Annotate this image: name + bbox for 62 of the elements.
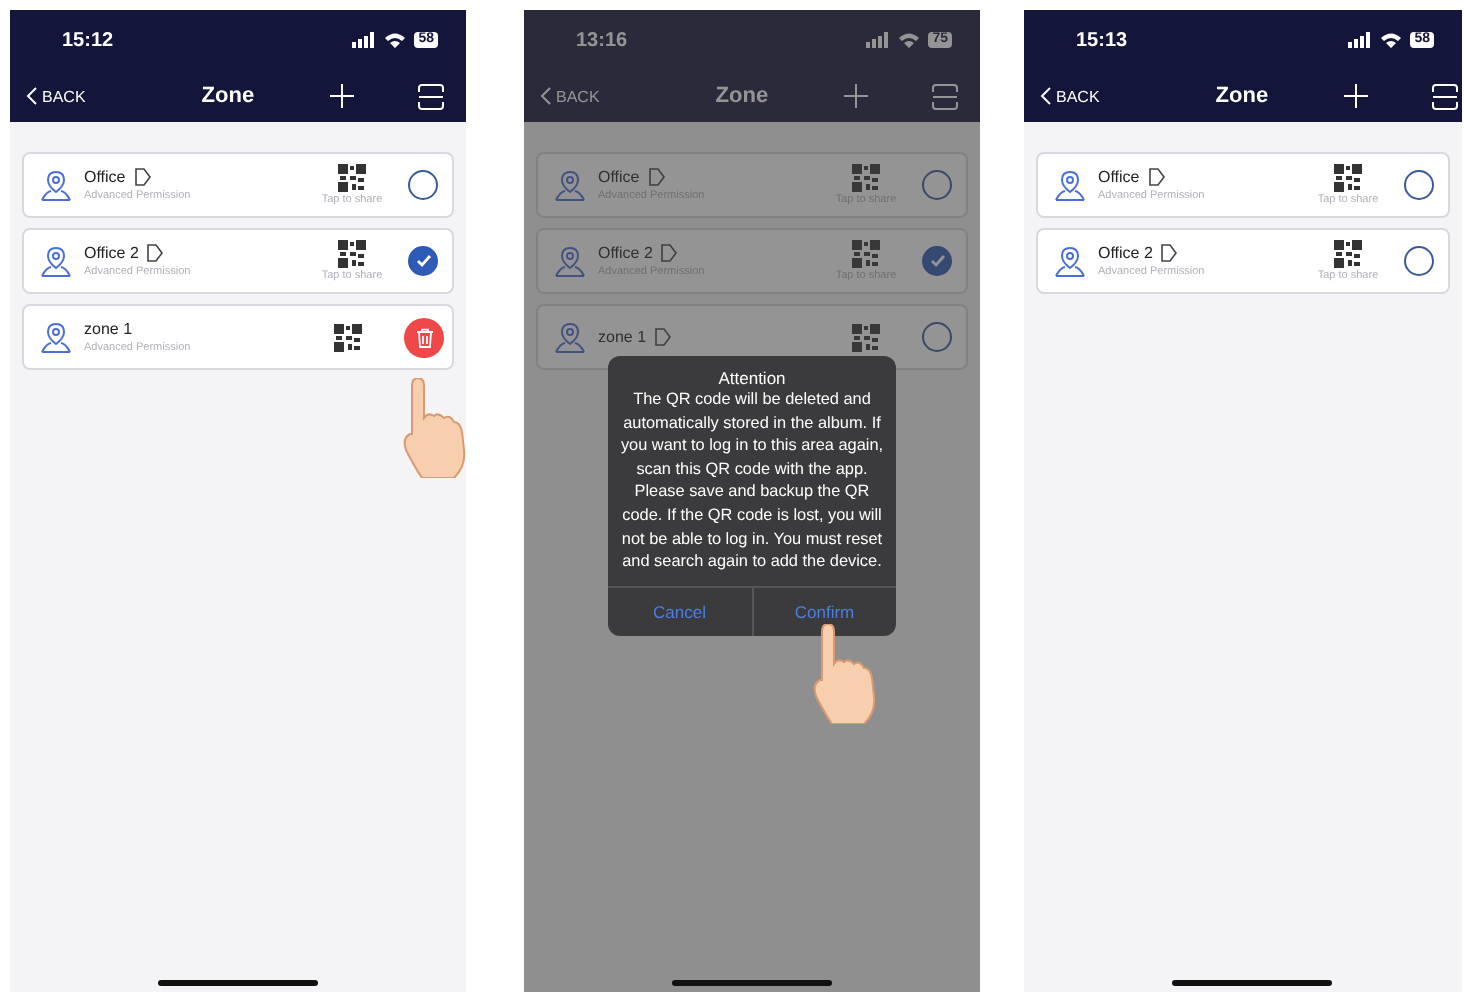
dialog-message: The QR code will be deleted and automatically stored in the album. If you want to log in to this area again, scan this QR code with the app. Please save and backup the QR code. If the QR code is lost, you will not be able to log in. You must reset and search again to add the device. bbox=[618, 388, 886, 575]
signal-icon bbox=[352, 32, 377, 48]
location-person-icon bbox=[40, 245, 72, 277]
location-person-icon bbox=[40, 169, 72, 201]
delete-button[interactable] bbox=[404, 317, 444, 357]
wifi-icon bbox=[1380, 32, 1403, 48]
edit-icon[interactable] bbox=[1147, 168, 1166, 186]
status-time: 15:13 bbox=[1076, 29, 1130, 51]
qr-code-icon[interactable] bbox=[338, 164, 366, 192]
select-radio[interactable] bbox=[922, 170, 952, 200]
wifi-icon bbox=[384, 32, 407, 48]
page-title: Zone bbox=[715, 84, 769, 108]
back-button[interactable]: BACK bbox=[1040, 86, 1100, 106]
edit-icon[interactable] bbox=[146, 244, 165, 262]
select-radio[interactable] bbox=[922, 246, 952, 276]
back-button[interactable]: BACK bbox=[540, 86, 600, 106]
select-radio[interactable] bbox=[1404, 246, 1434, 276]
select-radio[interactable] bbox=[408, 170, 438, 200]
page-title: Zone bbox=[1215, 84, 1269, 108]
location-person-icon bbox=[40, 321, 72, 353]
check-icon bbox=[415, 254, 431, 268]
location-person-icon bbox=[1054, 245, 1086, 277]
location-person-icon bbox=[554, 245, 586, 277]
zone-name: Office bbox=[84, 168, 126, 186]
back-chevron-icon bbox=[540, 86, 552, 106]
dialog-title: Attention bbox=[716, 368, 788, 388]
page-title: Zone bbox=[201, 84, 255, 108]
status-time: 15:12 bbox=[62, 29, 116, 51]
back-chevron-icon bbox=[1040, 86, 1052, 106]
wifi-icon bbox=[898, 32, 921, 48]
edit-icon[interactable] bbox=[133, 168, 152, 186]
pointing-hand-icon bbox=[812, 623, 880, 724]
location-person-icon bbox=[1054, 169, 1086, 201]
qr-code-icon[interactable] bbox=[1334, 240, 1362, 268]
edit-icon[interactable] bbox=[1160, 244, 1179, 262]
qr-code-icon[interactable] bbox=[334, 323, 362, 351]
back-button[interactable]: BACK bbox=[26, 86, 86, 106]
qr-code-icon[interactable] bbox=[1334, 164, 1362, 192]
select-radio[interactable] bbox=[922, 322, 952, 352]
zone-name: zone 1 bbox=[598, 328, 647, 346]
zone-name: Office 2 bbox=[1098, 244, 1153, 262]
zone-name: Office 2 bbox=[598, 244, 653, 262]
trash-icon bbox=[415, 327, 433, 347]
signal-icon bbox=[866, 32, 891, 48]
qr-code-icon[interactable] bbox=[338, 240, 366, 268]
add-icon[interactable] bbox=[1344, 84, 1369, 108]
zone-name: Office bbox=[598, 168, 640, 186]
location-person-icon bbox=[554, 321, 586, 353]
select-radio[interactable] bbox=[408, 246, 438, 276]
scan-icon[interactable] bbox=[1432, 83, 1459, 109]
signal-icon bbox=[1348, 32, 1373, 48]
zone-name: zone 1 bbox=[84, 320, 133, 338]
pointing-hand-icon bbox=[402, 378, 466, 478]
check-icon bbox=[929, 254, 945, 268]
zone-name: Office bbox=[1098, 168, 1140, 186]
add-icon[interactable] bbox=[330, 84, 355, 108]
select-radio[interactable] bbox=[1404, 170, 1434, 200]
location-person-icon bbox=[554, 169, 586, 201]
scan-icon[interactable] bbox=[418, 83, 445, 109]
zone-name: Office 2 bbox=[84, 244, 139, 262]
status-time: 13:16 bbox=[576, 29, 630, 51]
back-chevron-icon bbox=[26, 86, 38, 106]
